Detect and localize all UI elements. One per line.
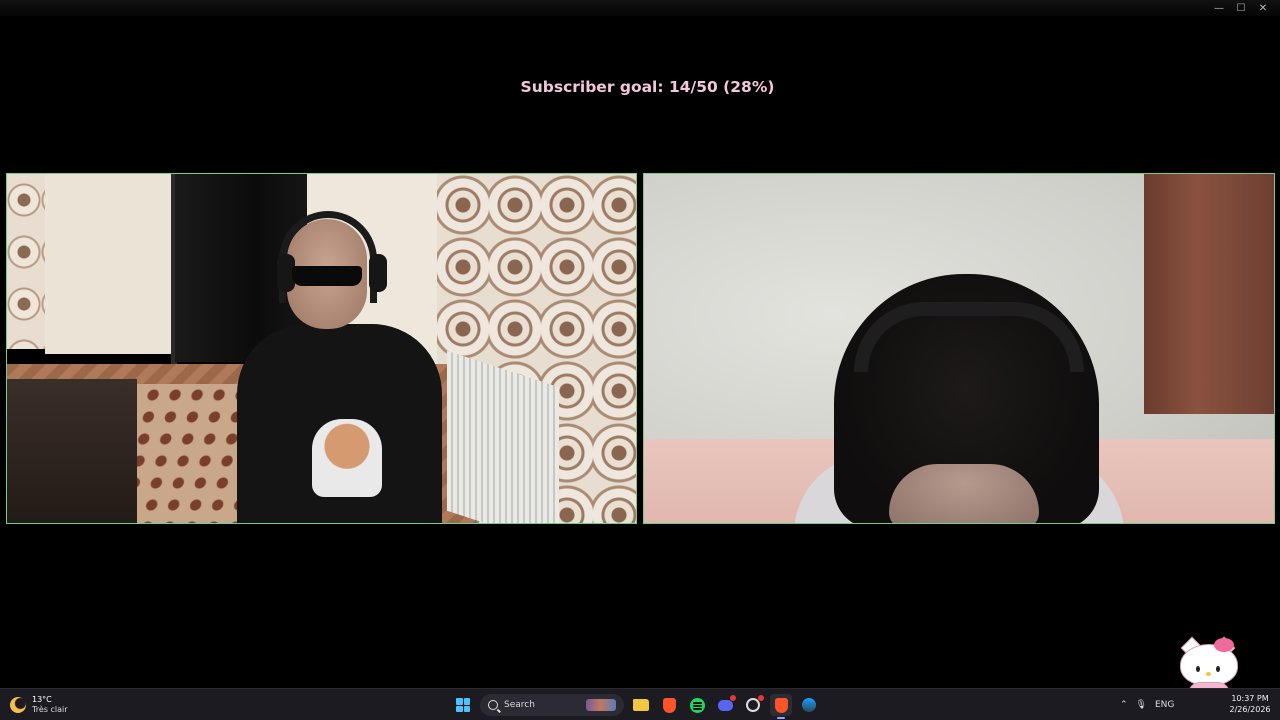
search-box[interactable]: Search [480,694,624,716]
title-bar: — ☐ ✕ [0,0,1280,16]
kitty-nose [1206,672,1211,676]
video-feed-right[interactable] [643,173,1275,524]
notification-badge [758,695,764,701]
weather-temperature: 13°C [32,695,52,704]
sunglasses [292,266,362,286]
headphones [854,302,1084,372]
taskbar-brave-active[interactable] [770,694,792,719]
bear-plush [312,419,382,497]
weather-widget[interactable]: 13°C Très clair [10,693,68,717]
notification-badge [730,695,736,701]
taskbar-spotify[interactable] [686,694,708,716]
weather-text: 13°C Très clair [32,695,68,715]
minimize-button[interactable]: — [1208,0,1230,16]
start-button[interactable] [452,694,474,716]
sofa [7,379,137,523]
steam-icon [802,698,816,712]
brave-icon [774,697,788,713]
discord-icon [717,699,733,711]
maximize-button[interactable]: ☐ [1230,0,1252,16]
search-highlight-icon [586,699,616,711]
kitty-bow [1214,638,1234,652]
kitty-eye [1196,666,1200,672]
app-window: — ☐ ✕ Subscriber goal: 14/50 (28%) [0,0,1280,688]
taskbar-discord[interactable] [714,694,736,716]
subscriber-goal: Subscriber goal: 14/50 (28%) [520,78,775,96]
search-icon [488,700,498,710]
taskbar-file-explorer[interactable] [630,694,652,716]
window-controls: — ☐ ✕ [1208,0,1274,16]
taskbar-steam[interactable] [798,694,820,716]
chevron-up-icon[interactable]: ⌃ [1120,700,1128,710]
taskbar: 13°C Très clair Search ⌃ 🎙 ENG 10:37 PM … [0,688,1280,720]
taskbar-clock[interactable]: 10:37 PM 2/26/2026 [1224,693,1276,715]
video-feed-left[interactable] [6,173,637,524]
taskbar-clock-app[interactable] [742,694,764,716]
curtain [1144,174,1274,414]
taskbar-brave[interactable] [658,694,680,716]
folder-icon [633,699,649,711]
clock-time: 10:37 PM [1231,694,1269,703]
close-button[interactable]: ✕ [1252,0,1274,16]
microphone-icon[interactable]: 🎙 [1136,700,1147,710]
taskbar-apps: Search [452,693,820,719]
language-indicator[interactable]: ENG [1155,700,1174,710]
person-face [889,464,1039,523]
clock-date: 2/26/2026 [1229,705,1271,714]
moon-icon [10,697,26,713]
brave-icon [662,697,676,713]
system-tray: ⌃ 🎙 ENG [1120,693,1174,717]
search-placeholder: Search [504,700,535,710]
weather-description: Très clair [32,705,68,714]
kitty-eye [1216,666,1220,672]
wall [45,174,183,354]
headset-earcup [369,254,387,292]
windows-icon [456,698,470,712]
spotify-icon [689,697,705,713]
